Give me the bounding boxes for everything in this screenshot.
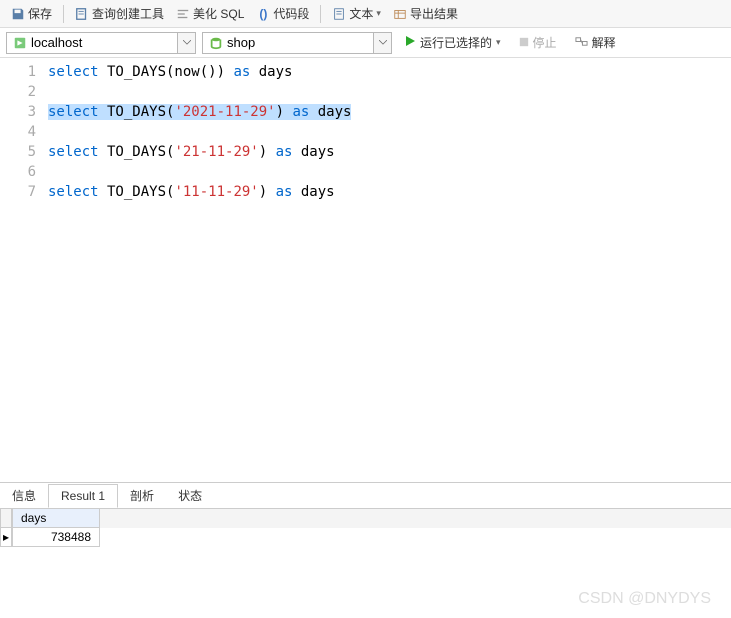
explain-button[interactable]: 解释 (569, 31, 622, 54)
export-icon (393, 7, 407, 21)
line-number: 5 (0, 142, 36, 162)
row-marker: ▸ (0, 528, 12, 547)
line-number: 6 (0, 162, 36, 182)
save-button[interactable]: 保存 (6, 3, 57, 24)
main-toolbar: 保存 查询创建工具 美化 SQL () 代码段 文本 ▾ 导出结果 (0, 0, 731, 28)
code-line[interactable] (48, 82, 731, 102)
beautify-label: 美化 SQL (193, 5, 244, 22)
code-area[interactable]: select TO_DAYS(now()) as days select TO_D… (48, 58, 731, 480)
explain-icon (575, 35, 588, 51)
query-tool-button[interactable]: 查询创建工具 (70, 3, 169, 24)
beautify-icon (176, 7, 190, 21)
export-label: 导出结果 (410, 5, 458, 22)
database-icon (209, 36, 223, 50)
watermark: CSDN @DNYDYS (578, 590, 711, 608)
row-selector-header (0, 509, 12, 528)
tab-info[interactable]: 信息 (0, 483, 48, 508)
line-number-gutter: 1234567 (0, 58, 48, 480)
dropdown-arrow-icon: ▾ (496, 37, 501, 48)
result-tabs: 信息 Result 1 剖析 状态 (0, 482, 731, 508)
database-label: shop (227, 35, 255, 50)
run-selected-button[interactable]: 运行已选择的 ▾ (398, 31, 507, 54)
save-icon (11, 7, 25, 21)
database-dropdown[interactable]: shop (202, 32, 392, 54)
host-dropdown[interactable]: localhost (6, 32, 196, 54)
tab-profile[interactable]: 剖析 (118, 483, 166, 508)
query-tool-icon (75, 7, 89, 21)
code-line[interactable] (48, 122, 731, 142)
line-number: 2 (0, 82, 36, 102)
separator (63, 5, 64, 23)
text-label: 文本 (349, 5, 373, 22)
beautify-sql-button[interactable]: 美化 SQL (171, 3, 249, 24)
stop-label: 停止 (533, 34, 557, 51)
code-icon: () (256, 7, 270, 21)
code-snippet-button[interactable]: () 代码段 (251, 3, 314, 24)
explain-label: 解释 (592, 34, 616, 51)
connection-toolbar: localhost shop 运行已选择的 ▾ 停止 解释 (0, 28, 731, 58)
run-label: 运行已选择的 (420, 34, 492, 51)
chevron-down-icon (373, 33, 391, 53)
host-label: localhost (31, 35, 82, 50)
line-number: 7 (0, 182, 36, 202)
tab-status[interactable]: 状态 (166, 483, 214, 508)
result-row[interactable]: ▸ 738488 (0, 528, 731, 547)
code-line[interactable]: select TO_DAYS(now()) as days (48, 62, 731, 82)
play-icon (404, 35, 416, 50)
cell-days-value[interactable]: 738488 (12, 528, 100, 547)
line-number: 1 (0, 62, 36, 82)
tab-result[interactable]: Result 1 (48, 484, 118, 508)
query-tool-label: 查询创建工具 (92, 5, 164, 22)
sql-editor[interactable]: 1234567 select TO_DAYS(now()) as dayssel… (0, 58, 731, 480)
result-header-row: days (0, 509, 731, 528)
text-icon (332, 7, 346, 21)
column-header-days[interactable]: days (12, 509, 100, 528)
stop-icon (519, 36, 529, 50)
stop-button: 停止 (513, 31, 563, 54)
export-button[interactable]: 导出结果 (388, 3, 463, 24)
code-label: 代码段 (273, 5, 309, 22)
line-number: 3 (0, 102, 36, 122)
code-line[interactable]: select TO_DAYS('2021-11-29') as days (48, 102, 731, 122)
dropdown-arrow-icon: ▾ (376, 8, 381, 19)
code-line[interactable] (48, 162, 731, 182)
separator (320, 5, 321, 23)
text-button[interactable]: 文本 ▾ (327, 3, 386, 24)
host-icon (13, 36, 27, 50)
code-line[interactable]: select TO_DAYS('21-11-29') as days (48, 142, 731, 162)
result-grid: days ▸ 738488 (0, 508, 731, 547)
chevron-down-icon (177, 33, 195, 53)
save-label: 保存 (28, 5, 52, 22)
code-line[interactable]: select TO_DAYS('11-11-29') as days (48, 182, 731, 202)
line-number: 4 (0, 122, 36, 142)
